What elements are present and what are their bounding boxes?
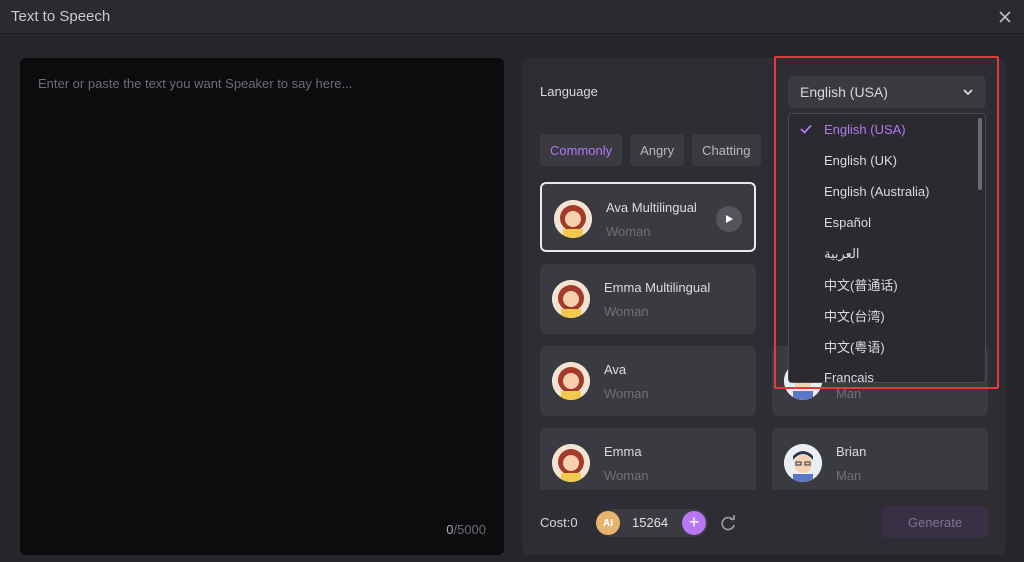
text-editor-panel: 0/5000 (20, 58, 504, 555)
chevron-down-icon (963, 89, 973, 96)
character-counter: 0/5000 (446, 522, 486, 537)
voice-name: Ava (604, 362, 627, 377)
language-option-label: 中文(台湾) (824, 309, 885, 324)
add-coins-button[interactable]: + (682, 511, 706, 535)
tab-commonly[interactable]: Commonly (540, 134, 623, 166)
voice-card-emma[interactable]: Emma Woman (540, 428, 756, 490)
footer-bar: Cost:0 AI 15264 + Generate (540, 506, 988, 540)
play-button[interactable] (716, 206, 742, 232)
voice-card-brian[interactable]: Brian Man (772, 428, 988, 490)
speech-text-input[interactable] (38, 76, 486, 496)
voice-name: Brian (836, 444, 867, 459)
coin-balance: AI 15264 + (596, 509, 708, 537)
title-bar: Text to Speech (0, 0, 1024, 34)
language-option-label: English (Australia) (824, 184, 930, 199)
voice-name: Emma (604, 444, 642, 459)
cost-label: Cost:0 (540, 515, 578, 530)
tab-angry[interactable]: Angry (630, 134, 685, 166)
woman-avatar-icon (554, 200, 592, 238)
avatar (554, 200, 592, 238)
character-limit: /5000 (453, 522, 486, 537)
voice-card-emma-multilingual[interactable]: Emma Multilingual Woman (540, 264, 756, 334)
voice-gender: Woman (606, 224, 651, 239)
refresh-icon (721, 515, 735, 531)
language-dropdown: English (USA) English (UK) English (Aust… (788, 113, 986, 383)
ai-coin-icon: AI (596, 511, 620, 535)
avatar (552, 280, 590, 318)
play-icon (726, 215, 733, 223)
voice-card-ava[interactable]: Ava Woman (540, 346, 756, 416)
voice-name: Ava Multilingual (606, 200, 697, 215)
language-option-espanol[interactable]: Español (789, 207, 977, 238)
avatar (552, 362, 590, 400)
voice-card-ava-multilingual[interactable]: Ava Multilingual Woman (540, 182, 756, 252)
window-title: Text to Speech (11, 8, 111, 25)
voice-gender: Man (836, 468, 862, 483)
avatar (784, 444, 822, 482)
close-button[interactable] (996, 8, 1014, 26)
language-option-chinese-cantonese[interactable]: 中文(粤语) (789, 331, 977, 362)
woman-avatar-icon (552, 362, 590, 400)
language-option-label: Español (824, 215, 871, 230)
language-option-label: English (USA) (824, 122, 906, 137)
voice-gender: Woman (604, 468, 649, 483)
language-option-english-usa[interactable]: English (USA) (789, 114, 977, 145)
language-option-chinese-mandarin[interactable]: 中文(普通话) (789, 269, 977, 300)
language-option-label: English (UK) (824, 153, 897, 168)
language-option-chinese-taiwan[interactable]: 中文(台湾) (789, 300, 977, 331)
tab-chatting[interactable]: Chatting (692, 134, 761, 166)
language-select[interactable]: English (USA) (788, 76, 986, 108)
language-selected-value: English (USA) (800, 84, 888, 100)
check-icon (800, 123, 812, 135)
woman-avatar-icon (552, 444, 590, 482)
language-option-label: Français (824, 370, 874, 383)
coin-value: 15264 (632, 515, 669, 530)
voice-style-tabs: Commonly Angry Chatting (540, 134, 761, 166)
language-option-label: 中文(普通话) (824, 278, 898, 293)
voice-gender: Woman (604, 304, 649, 319)
man-avatar-icon (784, 444, 822, 482)
language-option-arabic[interactable]: العربية (789, 238, 977, 269)
language-option-label: 中文(粤语) (824, 340, 885, 355)
dropdown-scrollbar[interactable] (978, 118, 982, 190)
avatar (552, 444, 590, 482)
voice-gender: Man (836, 386, 862, 401)
language-option-label: العربية (824, 245, 860, 261)
close-icon (999, 11, 1011, 23)
language-option-francais[interactable]: Français (789, 362, 977, 383)
voice-name: Emma Multilingual (604, 280, 711, 295)
language-option-english-uk[interactable]: English (UK) (789, 145, 977, 176)
language-option-english-australia[interactable]: English (Australia) (789, 176, 977, 207)
voice-gender: Woman (604, 386, 649, 401)
refresh-button[interactable] (718, 513, 738, 533)
generate-button[interactable]: Generate (882, 506, 988, 538)
woman-avatar-icon (552, 280, 590, 318)
language-label: Language (540, 84, 598, 99)
